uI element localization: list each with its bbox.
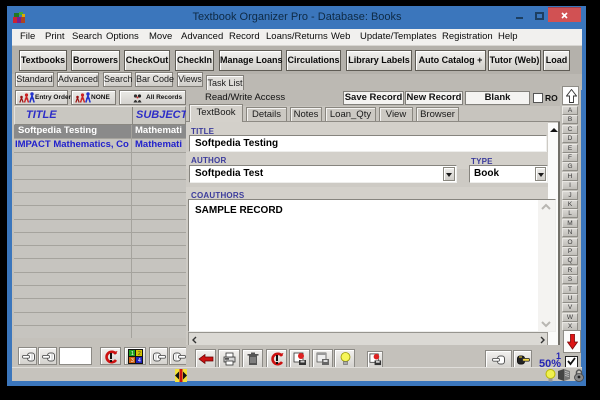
svg-text:1: 1 [131, 351, 134, 357]
svg-text:3: 3 [131, 358, 134, 364]
svg-text:2: 2 [138, 351, 141, 357]
svg-text:4: 4 [138, 358, 141, 364]
